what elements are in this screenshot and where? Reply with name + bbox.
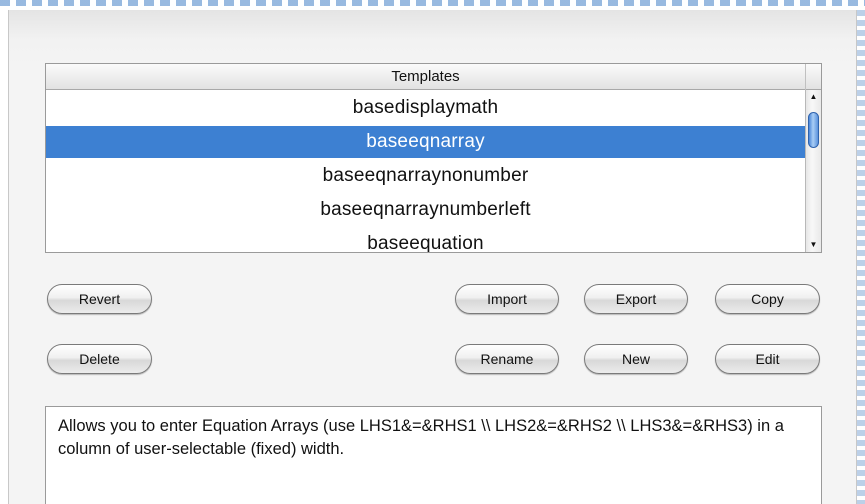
rename-button[interactable]: Rename: [455, 344, 559, 374]
list-item[interactable]: baseeqnarraynonumber: [46, 160, 805, 192]
window-right-border: [857, 10, 865, 504]
templates-header-label: Templates: [391, 68, 460, 85]
list-item[interactable]: baseeqnarraynumberleft: [46, 194, 805, 226]
copy-button[interactable]: Copy: [715, 284, 820, 314]
export-button[interactable]: Export: [584, 284, 688, 314]
delete-button[interactable]: Delete: [47, 344, 152, 374]
list-item[interactable]: basedisplaymath: [46, 92, 805, 124]
import-button[interactable]: Import: [455, 284, 559, 314]
edit-button[interactable]: Edit: [715, 344, 820, 374]
arrow-up-icon[interactable]: ▲: [806, 90, 821, 104]
templates-list-header[interactable]: Templates: [46, 64, 821, 90]
templates-scrollbar[interactable]: ▲ ▼: [805, 90, 821, 252]
templates-list[interactable]: Templates basedisplaymath baseeqnarray b…: [45, 63, 822, 253]
revert-button[interactable]: Revert: [47, 284, 152, 314]
list-item[interactable]: baseequation: [46, 228, 805, 252]
new-button[interactable]: New: [584, 344, 688, 374]
scroll-thumb[interactable]: [808, 112, 819, 148]
arrow-down-icon[interactable]: ▼: [806, 238, 821, 252]
template-description: Allows you to enter Equation Arrays (use…: [45, 406, 822, 504]
templates-rows: basedisplaymath baseeqnarray baseeqnarra…: [46, 90, 805, 252]
list-item-selected[interactable]: baseeqnarray: [46, 126, 805, 158]
window-top-border: [0, 0, 865, 6]
header-corner: [805, 64, 821, 90]
